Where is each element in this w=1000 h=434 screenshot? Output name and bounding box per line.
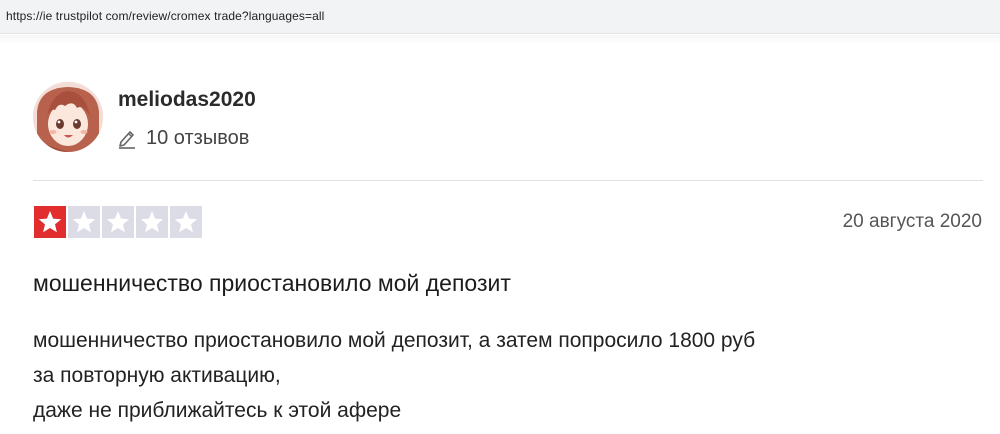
review-body-line: мошенничество приостановило мой депозит,…: [33, 329, 756, 352]
star-filled-icon: [34, 206, 66, 238]
star-rating: [34, 206, 204, 238]
star-empty-icon: [102, 206, 134, 238]
url-text[interactable]: https://ie trustpilot com/review/cromex …: [6, 9, 324, 23]
review-title[interactable]: мошенничество приостановило мой депозит: [33, 270, 511, 297]
divider: [33, 180, 983, 181]
star-empty-icon: [136, 206, 168, 238]
review-body-line: даже не приближайтесь к этой афере: [33, 399, 402, 422]
avatar[interactable]: [33, 82, 103, 152]
review-body-line: за повторную активацию,: [33, 364, 281, 387]
review-date: 20 августа 2020: [842, 211, 982, 232]
toolbar-shadow: [0, 35, 1000, 45]
address-bar[interactable]: https://ie trustpilot com/review/cromex …: [0, 0, 1000, 34]
pencil-icon: [119, 131, 135, 149]
anime-girl-avatar-icon: [33, 82, 103, 152]
reviews-count-row: 10 отзывов: [117, 125, 249, 151]
star-empty-icon: [170, 206, 202, 238]
star-empty-icon: [68, 206, 100, 238]
reviews-count: 10 отзывов: [146, 126, 250, 149]
reviewer-name[interactable]: meliodas2020: [118, 88, 256, 112]
review-body: мошенничество приостановило мой депозит,…: [33, 323, 983, 428]
